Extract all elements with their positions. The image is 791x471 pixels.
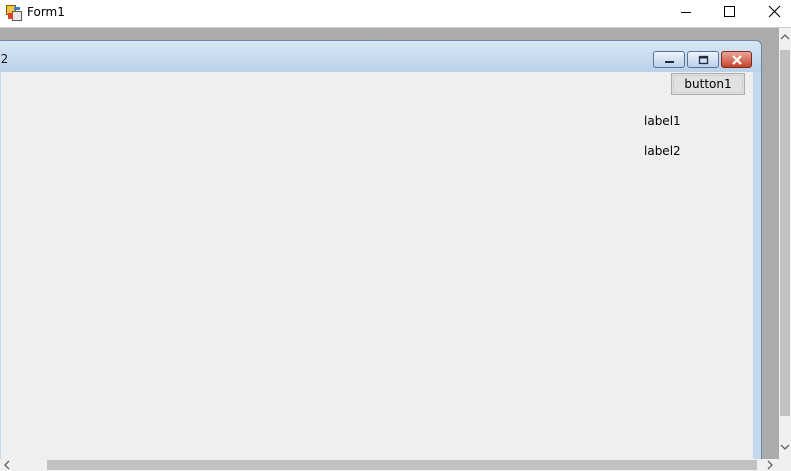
child-minimize-button[interactable] bbox=[653, 51, 685, 68]
window-title: Form1 bbox=[27, 5, 65, 19]
window-titlebar[interactable]: Form1 bbox=[0, 0, 791, 28]
child-restore-button[interactable] bbox=[687, 51, 719, 68]
restore-icon bbox=[698, 55, 709, 65]
child-titlebar[interactable]: n2 bbox=[0, 41, 761, 72]
button1[interactable]: button1 bbox=[671, 73, 745, 95]
scrollbar-corner bbox=[779, 459, 791, 471]
close-icon bbox=[768, 5, 781, 18]
child-window-title: n2 bbox=[0, 52, 9, 66]
horizontal-scroll-thumb[interactable] bbox=[47, 460, 757, 470]
form-app-icon bbox=[6, 5, 22, 21]
mdi-child-window[interactable]: n2 button1 label1 label2 bbox=[0, 40, 762, 471]
close-icon bbox=[732, 55, 742, 65]
vertical-scrollbar[interactable] bbox=[779, 28, 791, 459]
vertical-scroll-thumb[interactable] bbox=[780, 50, 790, 416]
child-close-button[interactable] bbox=[721, 51, 752, 68]
chevron-down-icon[interactable] bbox=[779, 440, 791, 454]
label2: label2 bbox=[644, 144, 681, 158]
maximize-icon bbox=[724, 6, 735, 17]
minimize-button[interactable] bbox=[663, 0, 709, 26]
chevron-up-icon[interactable] bbox=[779, 30, 791, 44]
child-client-area: button1 label1 label2 bbox=[1, 72, 753, 471]
horizontal-scrollbar[interactable] bbox=[0, 459, 791, 471]
label1: label1 bbox=[644, 114, 681, 128]
close-button[interactable] bbox=[749, 0, 791, 26]
minimize-icon bbox=[665, 61, 674, 63]
maximize-button[interactable] bbox=[705, 0, 751, 26]
minimize-icon bbox=[681, 12, 691, 13]
chevron-left-icon[interactable] bbox=[0, 459, 14, 471]
chevron-right-icon[interactable] bbox=[763, 459, 777, 471]
